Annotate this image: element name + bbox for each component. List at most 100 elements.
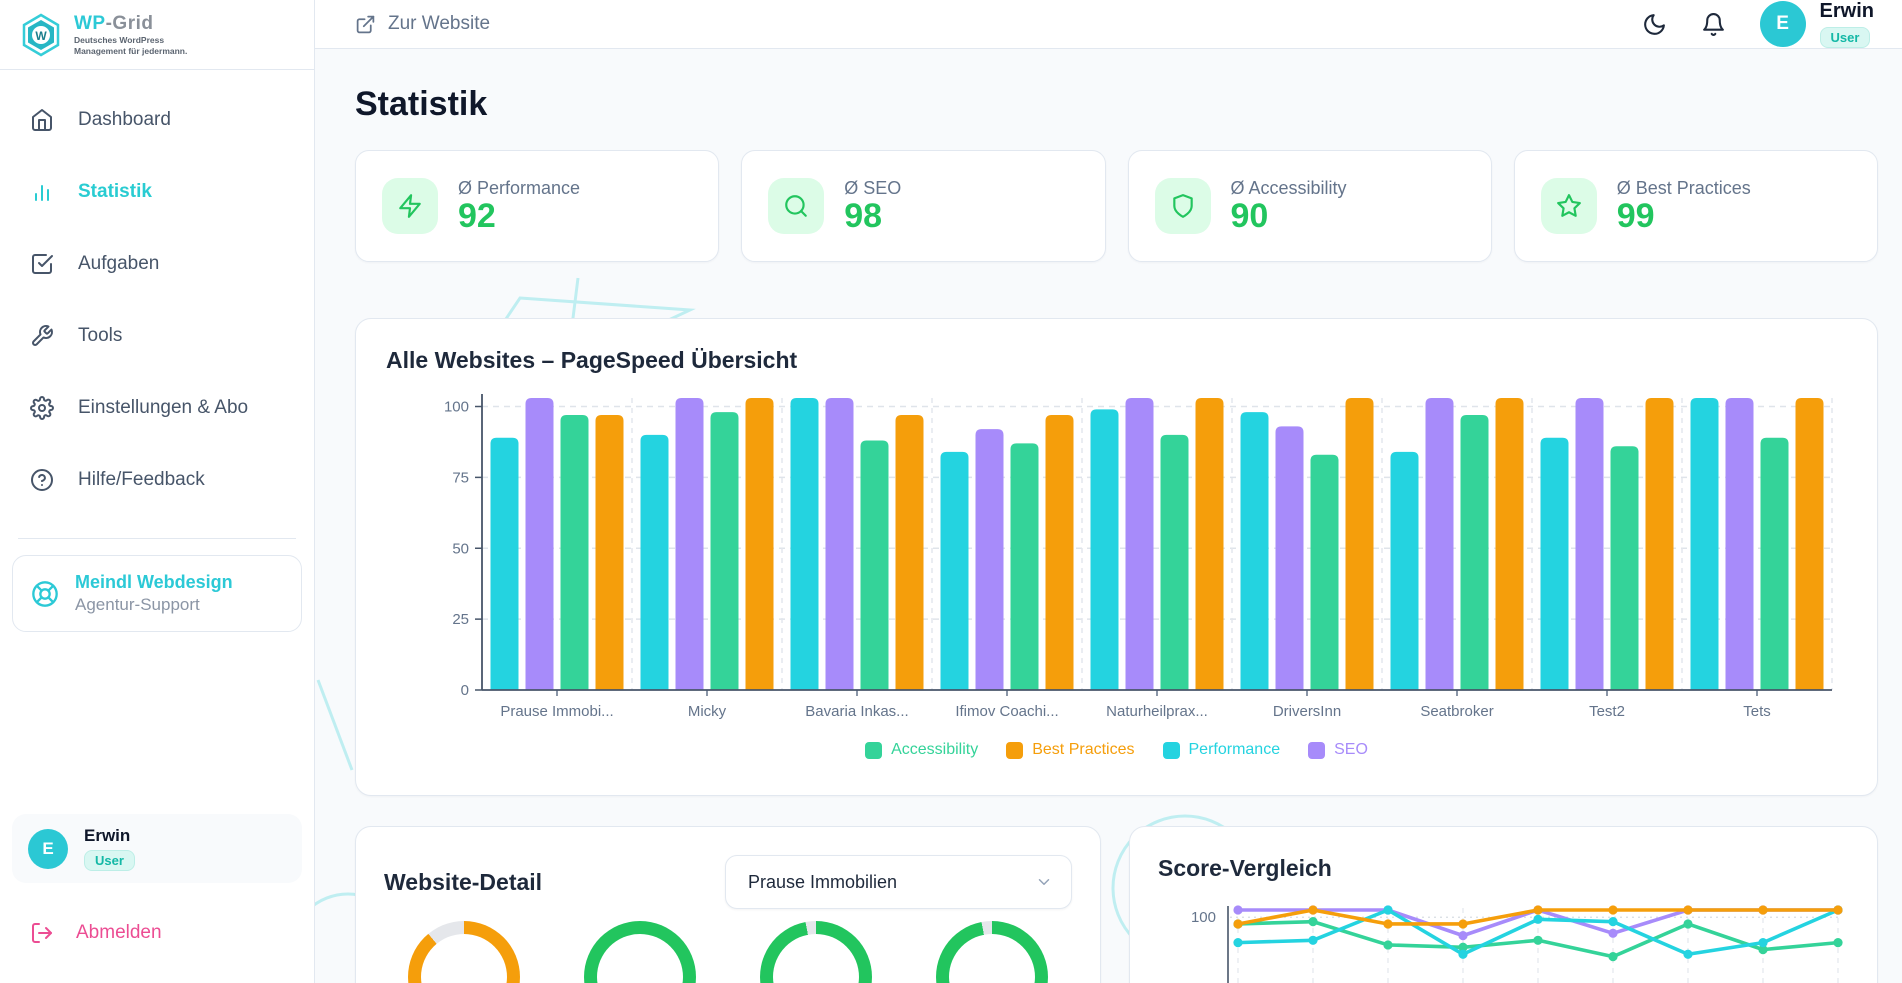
topbar-user-menu[interactable]: E Erwin User — [1760, 0, 1874, 48]
stat-label: Ø SEO — [844, 178, 901, 199]
sidebar-item-aufgaben[interactable]: Aufgaben — [12, 242, 302, 286]
sidebar-user-card[interactable]: E Erwin User — [12, 814, 302, 883]
bar-accessibility-seatbroker — [1461, 415, 1489, 690]
bar-chart-svg: Prause Immobi...MickyBavaria Inkas...Ifi… — [386, 390, 1848, 730]
bar-best-practices-micky — [746, 398, 774, 690]
home-icon — [30, 108, 54, 132]
bar-seo-test2 — [1576, 398, 1604, 690]
life-buoy-icon — [31, 580, 59, 608]
logout-button[interactable]: Abmelden — [12, 911, 302, 955]
bar-seo-driversinn — [1276, 426, 1304, 690]
help-circle-icon — [30, 468, 54, 492]
score-compare-title: Score-Vergleich — [1158, 855, 1849, 882]
bar-seo-micky — [676, 398, 704, 690]
bar-best-practices-ifimov-coachi — [1046, 415, 1074, 690]
wp-grid-logo-icon: W — [18, 12, 64, 58]
svg-text:Prause Immobi...: Prause Immobi... — [500, 703, 613, 720]
bar-accessibility-ifimov-coachi — [1011, 443, 1039, 690]
sidebar-item-statistik[interactable]: Statistik — [12, 170, 302, 214]
external-link-icon — [355, 14, 376, 35]
legend-item-seo[interactable]: SEO — [1308, 741, 1368, 759]
check-square-icon — [30, 252, 54, 276]
bar-accessibility-test2 — [1611, 446, 1639, 690]
legend-item-best-practices[interactable]: Best Practices — [1006, 741, 1134, 759]
wrench-icon — [30, 324, 54, 348]
sidebar-item-einstellungen-abo[interactable]: Einstellungen & Abo — [12, 386, 302, 430]
svg-text:100: 100 — [444, 399, 469, 416]
sidebar-item-dashboard[interactable]: Dashboard — [12, 98, 302, 142]
website-select-value: Prause Immobilien — [748, 872, 897, 893]
score-gauge-best-practices — [936, 921, 1048, 983]
avatar: E — [28, 829, 68, 869]
bar-seo-ifimov-coachi — [976, 429, 1004, 690]
sidebar-user-name: Erwin — [84, 826, 135, 846]
bar-best-practices-test2 — [1646, 398, 1674, 690]
page-content: Statistik Ø Performance 92 Ø SEO 98 Ø Ac… — [315, 49, 1902, 983]
notifications-button[interactable] — [1701, 12, 1726, 37]
topbar: Zur Website E Erwin User — [315, 0, 1902, 49]
bar-best-practices-seatbroker — [1496, 398, 1524, 690]
logout-label: Abmelden — [76, 922, 162, 944]
stat-value: 98 — [844, 199, 901, 235]
star-icon — [1556, 193, 1582, 219]
agency-support-card[interactable]: Meindl Webdesign Agentur-Support — [12, 555, 302, 632]
bar-performance-naturheilprax — [1091, 409, 1119, 690]
brand-tagline-2: Management für jedermann. — [74, 46, 187, 57]
stat-icon-box — [768, 178, 824, 234]
sidebar-item-label: Statistik — [78, 181, 152, 203]
app-root: W WP-Grid Deutsches WordPress Management… — [0, 0, 1902, 983]
stat-card-performance: Ø Performance 92 — [355, 150, 719, 262]
zur-website-link[interactable]: Zur Website — [355, 13, 490, 35]
gear-icon — [30, 396, 54, 420]
bar-seo-naturheilprax — [1126, 398, 1154, 690]
brand-text: WP-Grid Deutsches WordPress Management f… — [74, 13, 187, 56]
bar-best-practices-driversinn — [1346, 398, 1374, 690]
pagespeed-overview-title: Alle Websites – PageSpeed Übersicht — [386, 347, 1847, 374]
bar-best-practices-prause-immobi — [596, 415, 624, 690]
topbar-user-name: Erwin — [1820, 0, 1874, 23]
shield-icon — [1170, 193, 1196, 219]
sidebar-item-label: Dashboard — [78, 109, 171, 131]
svg-text:Tets: Tets — [1743, 703, 1771, 720]
bell-icon — [1701, 12, 1726, 37]
bar-accessibility-naturheilprax — [1161, 435, 1189, 690]
stat-icon-box — [1541, 178, 1597, 234]
bar-seo-seatbroker — [1426, 398, 1454, 690]
stat-label: Ø Performance — [458, 178, 580, 199]
legend-swatch — [865, 742, 882, 759]
svg-text:50: 50 — [452, 540, 469, 557]
sidebar: W WP-Grid Deutsches WordPress Management… — [0, 0, 315, 983]
bar-performance-tets — [1691, 398, 1719, 690]
sidebar-nav: Dashboard Statistik Aufgaben Tools Einstellu… — [0, 98, 314, 530]
legend-label: Performance — [1189, 741, 1281, 759]
sidebar-user-role-badge: User — [84, 850, 135, 871]
sidebar-item-hilfe-feedback[interactable]: Hilfe/Feedback — [12, 458, 302, 502]
legend-label: Best Practices — [1032, 741, 1134, 759]
website-select[interactable]: Prause Immobilien — [725, 855, 1072, 909]
sidebar-item-label: Hilfe/Feedback — [78, 469, 205, 491]
pagespeed-bar-chart: Prause Immobi...MickyBavaria Inkas...Ifi… — [386, 390, 1847, 735]
bar-performance-prause-immobi — [491, 438, 519, 690]
bar-seo-prause-immobi — [526, 398, 554, 690]
sidebar-item-label: Aufgaben — [78, 253, 159, 275]
website-detail-card: Website-Detail Prause Immobilien — [355, 826, 1101, 983]
stat-card-seo: Ø SEO 98 — [741, 150, 1105, 262]
score-gauge-seo — [584, 921, 696, 983]
legend-item-performance[interactable]: Performance — [1163, 741, 1281, 759]
legend-label: Accessibility — [891, 741, 978, 759]
brand-logo[interactable]: W WP-Grid Deutsches WordPress Management… — [0, 0, 314, 69]
legend-swatch — [1006, 742, 1023, 759]
sidebar-item-tools[interactable]: Tools — [12, 314, 302, 358]
bar-accessibility-micky — [711, 412, 739, 690]
dark-mode-toggle[interactable] — [1642, 12, 1667, 37]
bar-best-practices-bavaria-inkas — [896, 415, 924, 690]
page-title: Statistik — [355, 85, 1878, 124]
stats-row: Ø Performance 92 Ø SEO 98 Ø Accessibilit… — [355, 150, 1878, 262]
svg-text:Ifimov Coachi...: Ifimov Coachi... — [955, 703, 1058, 720]
legend-item-accessibility[interactable]: Accessibility — [865, 741, 978, 759]
bar-accessibility-bavaria-inkas — [861, 441, 889, 690]
bar-performance-micky — [641, 435, 669, 690]
bar-performance-driversinn — [1241, 412, 1269, 690]
svg-text:Micky: Micky — [688, 703, 727, 720]
bar-accessibility-tets — [1761, 438, 1789, 690]
